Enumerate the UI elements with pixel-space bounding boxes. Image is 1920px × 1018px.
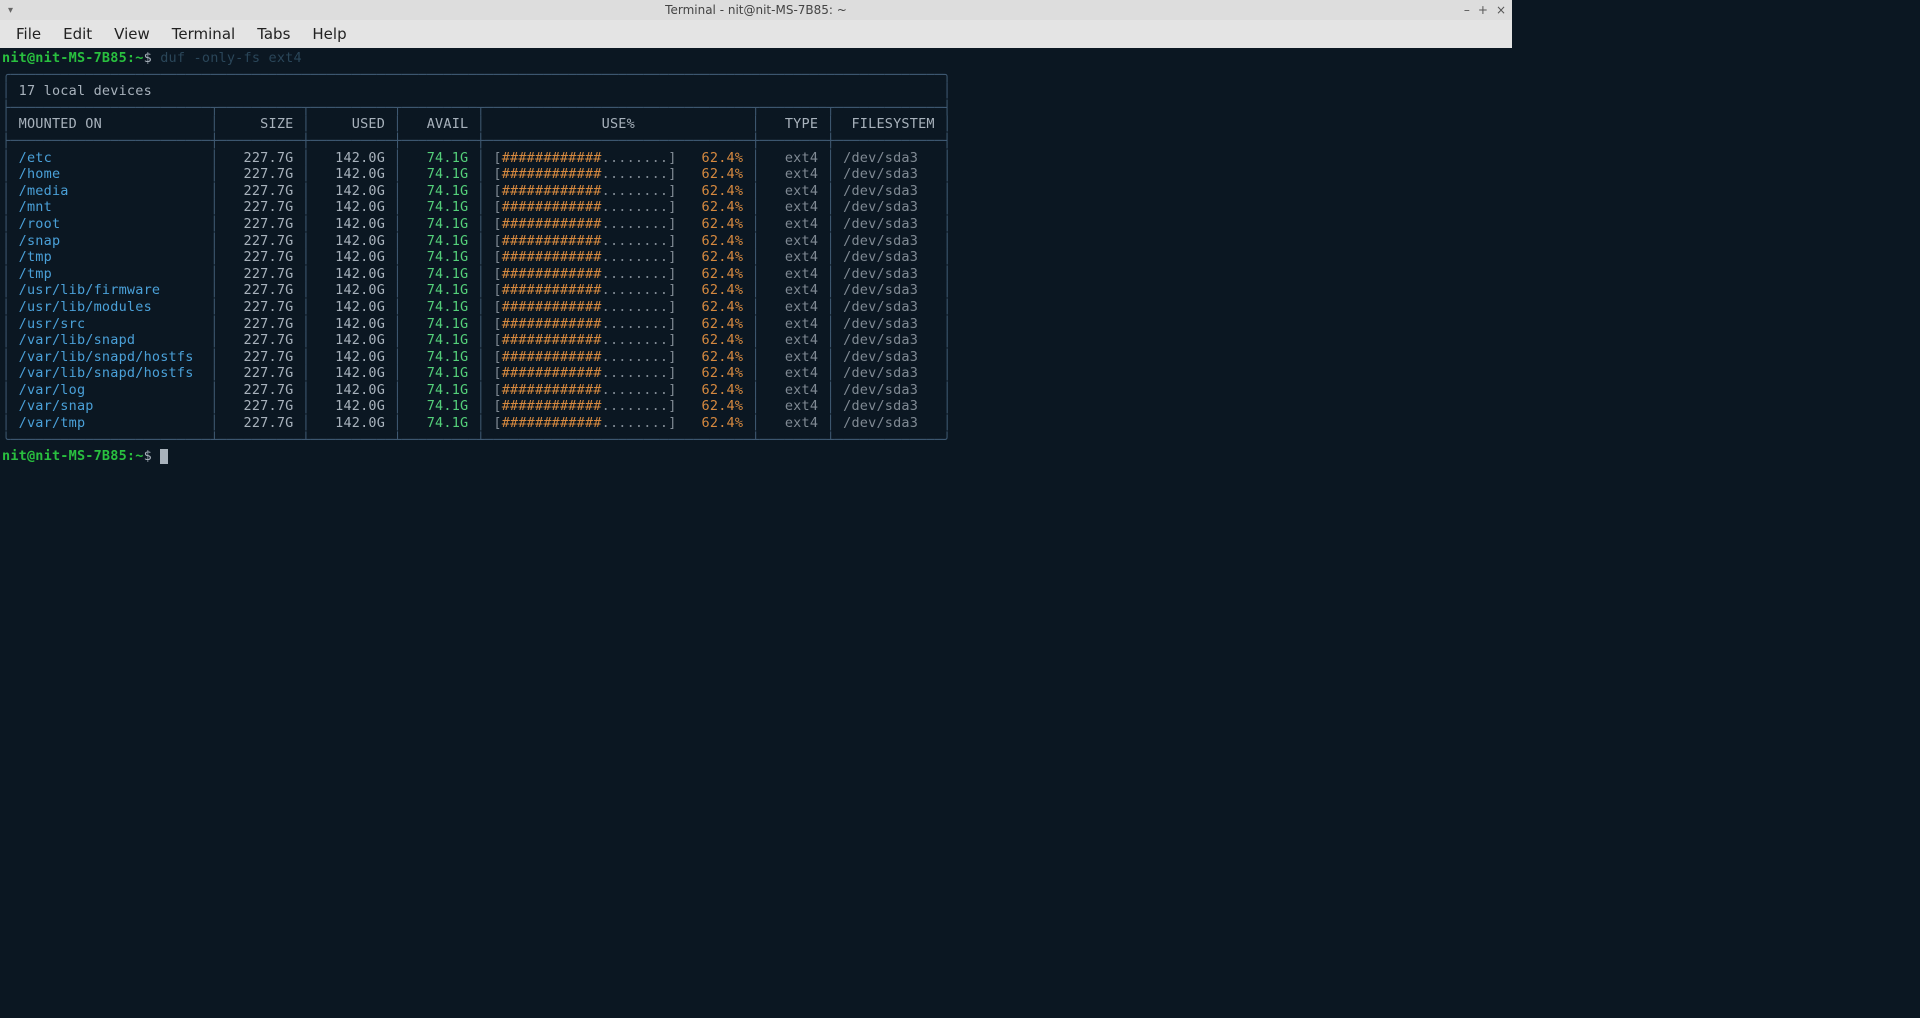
cursor — [160, 449, 168, 464]
titlebar: ▾ Terminal - nit@nit-MS-7B85: ~ – + × — [0, 0, 1512, 20]
menu-edit[interactable]: Edit — [53, 23, 102, 45]
menu-help[interactable]: Help — [302, 23, 356, 45]
terminal-window: ▾ Terminal - nit@nit-MS-7B85: ~ – + × Fi… — [0, 0, 1512, 800]
titlebar-dropdown-icon[interactable]: ▾ — [0, 5, 21, 16]
menu-view[interactable]: View — [104, 23, 160, 45]
close-button[interactable]: × — [1496, 3, 1506, 17]
terminal-viewport[interactable]: nit@nit-MS-7B85:~$ duf -only-fs ext4╭───… — [0, 48, 1512, 800]
minimize-button[interactable]: – — [1464, 3, 1470, 17]
window-buttons: – + × — [1464, 3, 1506, 17]
menu-terminal[interactable]: Terminal — [162, 23, 245, 45]
menu-file[interactable]: File — [6, 23, 51, 45]
window-title: Terminal - nit@nit-MS-7B85: ~ — [665, 3, 847, 17]
menu-tabs[interactable]: Tabs — [247, 23, 300, 45]
menubar: File Edit View Terminal Tabs Help — [0, 20, 1512, 48]
maximize-button[interactable]: + — [1478, 3, 1488, 17]
